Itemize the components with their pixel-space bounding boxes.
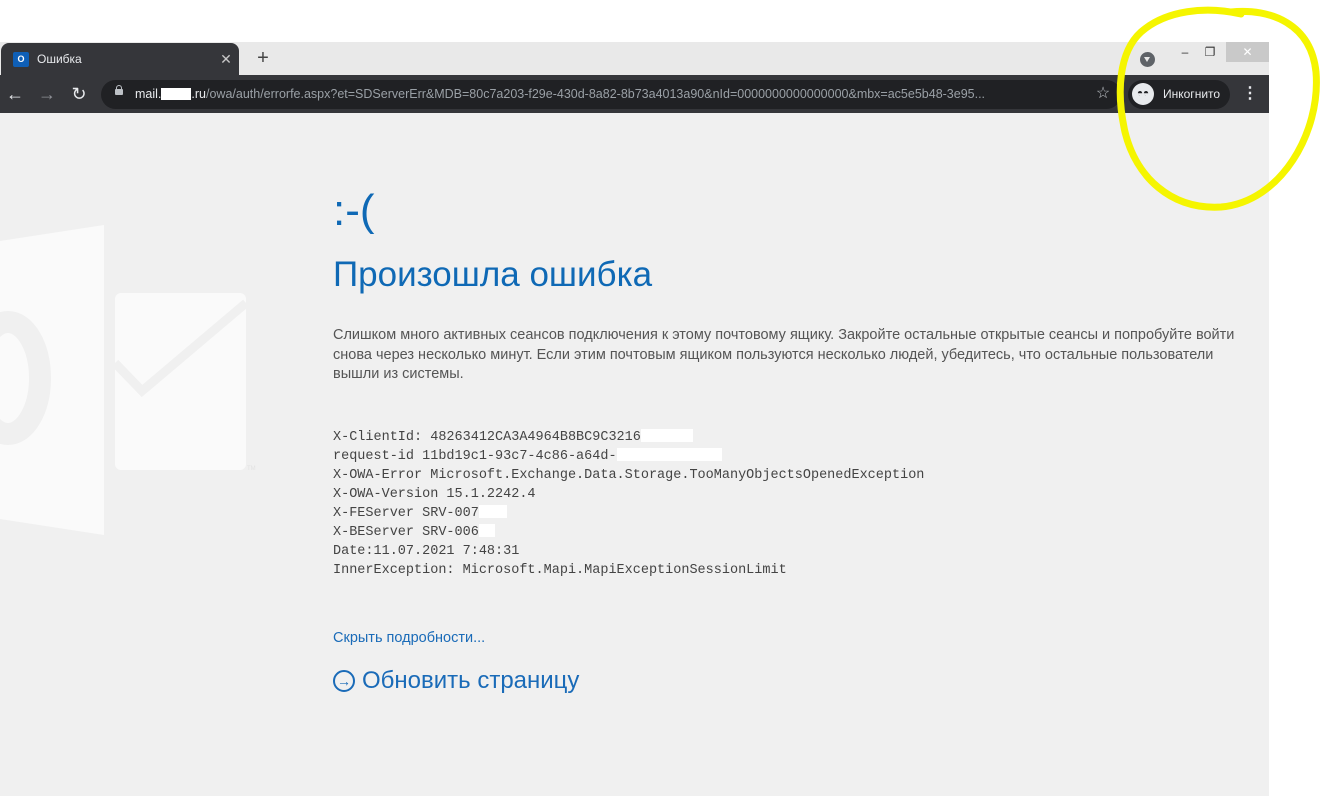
svg-text:TM: TM [247,466,256,472]
error-details: X-ClientId: 48263412CA3A4964B8BC9C3216 re… [333,428,924,580]
reload-button[interactable]: ↻ [68,84,90,104]
arrow-right-circle-icon: → [333,670,355,692]
detail-request-id-text: request-id 11bd19c1-93c7-4c86-a64d- [333,449,617,464]
error-title: Произошла ошибка [333,255,653,294]
detail-owa-error: X-OWA-Error Microsoft.Exchange.Data.Stor… [333,468,925,483]
page-content: TM :-( Произошла ошибка Слишком много ак… [0,113,1269,796]
detail-request-id: request-id 11bd19c1-93c7-4c86-a64d- [333,447,924,466]
url-host: mail. [135,87,162,101]
tab-close-icon[interactable]: ✕ [217,50,235,68]
url-host-suffix: .ru [191,87,206,101]
forward-button[interactable]: → [36,84,58,104]
browser-window: O Ошибка ✕ + – ❐ ✕ ← → ↻ mail. .ru/owa/au… [0,42,1269,796]
tab-title: Ошибка [37,52,82,66]
browser-toolbar: ← → ↻ mail. .ru/owa/auth/errorfe.aspx?et=… [0,75,1269,113]
bookmark-star-icon[interactable]: ☆ [1093,84,1113,104]
url-path: /owa/auth/errorfe.aspx?et=SDServerErr&MD… [206,87,986,101]
detail-be-server-text: X-BEServer SRV-006 [333,525,479,540]
detail-owa-version: X-OWA-Version 15.1.2242.4 [333,487,536,502]
detail-client-id: X-ClientId: 48263412CA3A4964B8BC9C3216 [333,428,924,447]
lock-icon[interactable] [115,85,123,95]
back-button[interactable]: ← [4,84,26,104]
tab-active[interactable]: O Ошибка ✕ [1,43,239,75]
refresh-page-label: Обновить страницу [362,667,580,694]
address-bar[interactable]: mail. .ru/owa/auth/errorfe.aspx?et=SDServ… [101,80,1121,109]
new-tab-button[interactable]: + [252,47,274,69]
tab-strip: O Ошибка ✕ + – ❐ ✕ [0,42,1269,75]
detail-fe-server-text: X-FEServer SRV-007 [333,506,479,521]
detail-client-id-text: X-ClientId: 48263412CA3A4964B8BC9C3216 [333,430,641,445]
hide-details-link[interactable]: Скрыть подробности... [333,629,485,647]
redaction-mark [161,88,192,100]
yellow-highlight-circle [1116,6,1320,211]
detail-inner-exception: InnerException: Microsoft.Mapi.MapiExcep… [333,563,787,578]
detail-fe-server: X-FEServer SRV-007 [333,504,924,523]
sad-face: :-( [333,186,375,235]
error-message: Слишком много активных сеансов подключен… [333,327,1235,382]
redaction-mark [478,505,507,518]
outlook-logo-watermark: TM [0,225,256,535]
redaction-mark [640,429,693,442]
url-text[interactable]: mail. .ru/owa/auth/errorfe.aspx?et=SDServ… [135,87,1085,102]
detail-be-server: X-BEServer SRV-006 [333,523,924,542]
redaction-mark [616,448,722,461]
redaction-mark [478,524,495,537]
outlook-icon: O [13,52,29,67]
detail-date: Date:11.07.2021 7:48:31 [333,544,520,559]
